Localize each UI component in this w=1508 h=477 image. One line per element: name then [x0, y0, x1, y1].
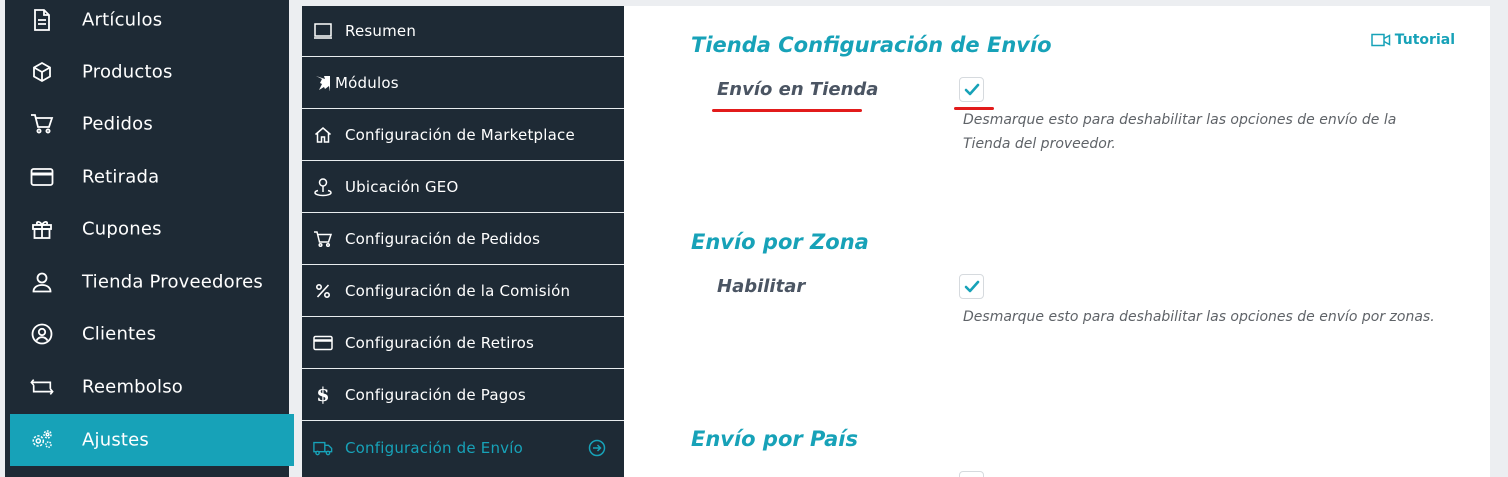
settings-item-retiros[interactable]: Configuración de Retiros [302, 318, 624, 369]
monitor-icon [313, 21, 333, 41]
annotation-underline [712, 109, 862, 112]
settings-item-modulos[interactable]: Módulos [302, 58, 624, 109]
envio-pais-checkbox[interactable] [959, 471, 984, 477]
puzzle-icon [313, 73, 333, 93]
cart-icon [30, 112, 54, 136]
section-title-envio-zona: Envío por Zona [691, 230, 869, 254]
sidebar-item-clientes[interactable]: Clientes [10, 308, 294, 360]
user-circle-icon [30, 322, 54, 346]
checkmark-icon [964, 83, 979, 96]
section-title-tienda-envio: Tienda Configuración de Envío [691, 33, 1052, 57]
dollar-icon: $ [316, 384, 330, 406]
sidebar-item-productos[interactable]: Productos [10, 46, 294, 98]
sidebar-item-tienda-proveedores[interactable]: Tienda Proveedores [10, 256, 294, 308]
sidebar-item-reembolso[interactable]: Reembolso [10, 361, 294, 413]
shipping-settings-panel: Tutorial Tienda Configuración de Envío E… [624, 6, 1490, 477]
field-label-habilitar: Habilitar [717, 276, 806, 297]
envio-tienda-checkbox[interactable] [959, 77, 984, 102]
video-icon [1371, 33, 1390, 47]
settings-item-ubicacion-geo[interactable]: Ubicación GEO [302, 162, 624, 213]
credit-card-icon [313, 333, 333, 353]
gears-icon [30, 428, 54, 452]
sidebar-item-articulos[interactable]: Artículos [10, 0, 294, 46]
location-icon [313, 177, 333, 197]
sidebar-item-pedidos[interactable]: Pedidos [10, 98, 294, 150]
home-icon [313, 125, 333, 145]
user-icon [30, 270, 54, 294]
cube-icon [30, 60, 54, 84]
settings-item-marketplace[interactable]: Configuración de Marketplace [302, 110, 624, 161]
cart-icon [313, 229, 333, 249]
credit-card-icon [30, 165, 54, 189]
sidebar-item-ajustes[interactable]: Ajustes [10, 414, 294, 466]
section-title-envio-pais: Envío por País [691, 427, 858, 451]
envio-zona-checkbox[interactable] [959, 274, 984, 299]
percent-icon [313, 281, 333, 301]
sidebar-item-retirada[interactable]: Retirada [10, 151, 294, 203]
arrow-right-circle-icon [588, 439, 606, 456]
tutorial-link[interactable]: Tutorial [1371, 32, 1455, 48]
document-icon [30, 8, 54, 32]
sidebar-item-cupones[interactable]: Cupones [10, 203, 294, 255]
repeat-icon [30, 375, 54, 399]
settings-item-pagos[interactable]: $ Configuración de Pagos [302, 370, 624, 421]
field-label-envio-tienda: Envío en Tienda [717, 79, 879, 100]
settings-menu: Resumen Módulos Configuración de Marketp… [302, 6, 624, 477]
truck-icon [313, 438, 333, 458]
gift-icon [30, 217, 54, 241]
settings-item-comision[interactable]: Configuración de la Comisión [302, 266, 624, 317]
settings-item-resumen[interactable]: Resumen [302, 6, 624, 57]
main-sidebar: Artículos Productos Pedidos Retirada Cup… [0, 0, 294, 477]
envio-zona-description: Desmarque esto para deshabilitar las opc… [963, 309, 1435, 325]
settings-item-pedidos[interactable]: Configuración de Pedidos [302, 214, 624, 265]
checkmark-icon [964, 280, 979, 293]
envio-tienda-description: Desmarque esto para deshabilitar las opc… [963, 112, 1397, 152]
settings-item-envio[interactable]: Configuración de Envío [302, 422, 624, 473]
